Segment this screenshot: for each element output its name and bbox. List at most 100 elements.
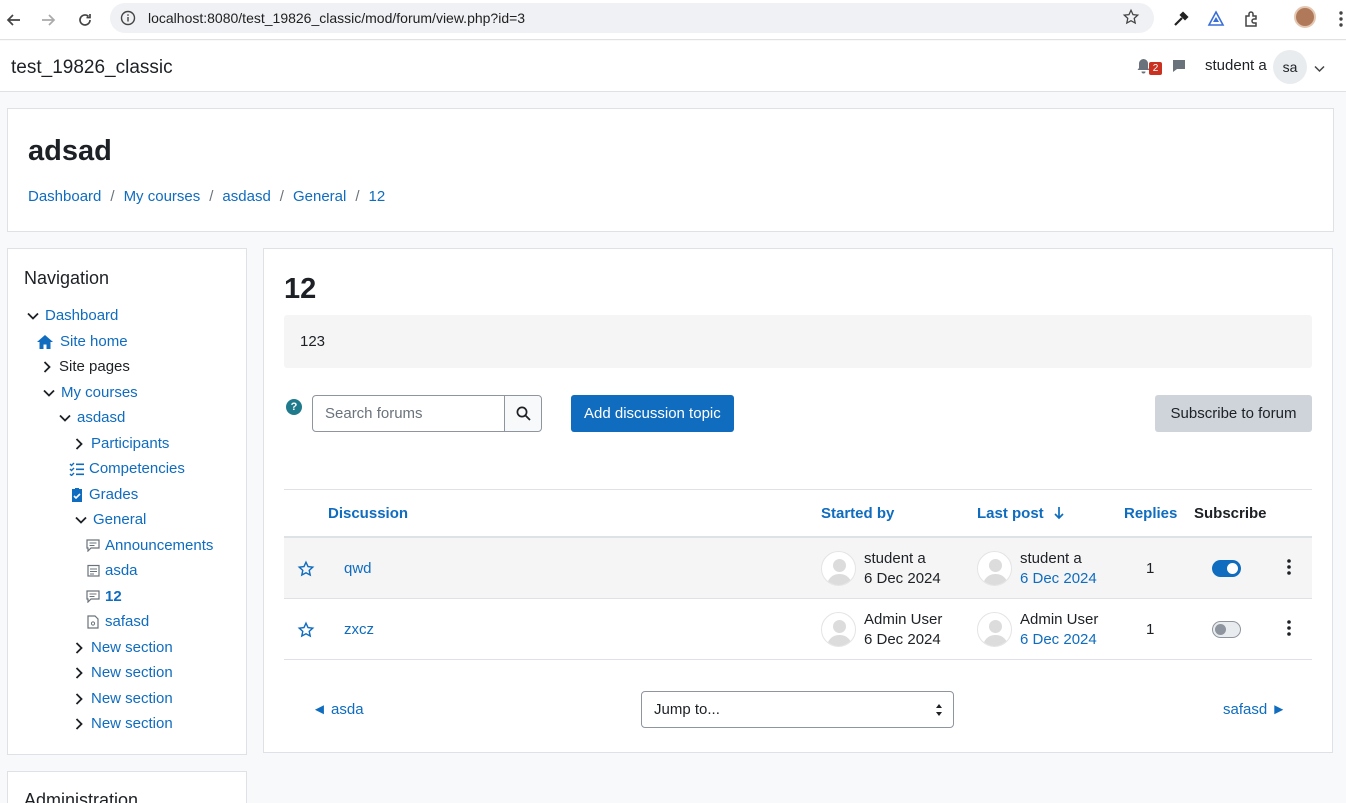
chevron-down-icon <box>56 410 74 426</box>
nav-item-new-section[interactable]: New section <box>70 664 173 681</box>
nav-item-forum-12[interactable]: 12 <box>84 588 122 605</box>
table-row: qwd student a 6 Dec 2024 student a 6 Dec… <box>284 538 1312 599</box>
breadcrumb-dashboard[interactable]: Dashboard <box>28 188 101 205</box>
add-discussion-topic-button[interactable]: Add discussion topic <box>571 395 734 432</box>
chevron-down-icon <box>40 385 58 401</box>
url-text: localhost:8080/test_19826_classic/mod/fo… <box>148 10 526 26</box>
extensions-puzzle-icon[interactable] <box>1239 6 1265 32</box>
eyedropper-extension-icon[interactable] <box>1168 6 1194 32</box>
user-menu-chevron-down-icon[interactable] <box>1314 60 1325 77</box>
nav-item-site-home[interactable]: Site home <box>36 333 128 350</box>
forum-intro: 123 <box>284 315 1312 368</box>
column-replies[interactable]: Replies <box>1124 505 1177 522</box>
last-post-date-link[interactable]: 6 Dec 2024 <box>1020 570 1097 587</box>
chevron-right-icon <box>70 665 88 681</box>
breadcrumb-course[interactable]: asdasd <box>222 188 270 205</box>
browser-profile-avatar[interactable] <box>1294 6 1316 28</box>
nav-item-asda[interactable]: asda <box>84 562 138 579</box>
next-activity-link[interactable]: safasd ► <box>1223 701 1286 718</box>
chevron-right-icon <box>70 436 88 452</box>
nav-item-new-section[interactable]: New section <box>70 639 173 656</box>
column-started-by[interactable]: Started by <box>821 505 894 522</box>
forum-icon <box>84 538 102 554</box>
breadcrumb-separator: / <box>110 188 115 205</box>
star-icon[interactable] <box>297 621 315 643</box>
navigation-block-title: Navigation <box>24 268 110 288</box>
nav-item-course-asdasd[interactable]: asdasd <box>56 409 125 426</box>
nav-item-label: New section <box>91 664 173 681</box>
jump-to-select[interactable]: Jump to... <box>641 691 954 728</box>
help-question-icon[interactable]: ? <box>286 399 302 415</box>
previous-activity-link[interactable]: ◄ asda <box>312 701 364 718</box>
table-header: Discussion Started by Last post Replies … <box>284 489 1312 538</box>
forward-icon[interactable] <box>34 6 62 34</box>
clipboard-check-icon <box>68 487 86 503</box>
column-last-post[interactable]: Last post <box>977 505 1064 522</box>
breadcrumb-my-courses[interactable]: My courses <box>124 188 201 205</box>
started-by-cell: Admin User 6 Dec 2024 <box>864 610 942 650</box>
subscribe-to-forum-button[interactable]: Subscribe to forum <box>1155 395 1312 432</box>
search-forums-input[interactable] <box>313 396 504 431</box>
nav-item-label: 12 <box>105 588 122 605</box>
nav-item-new-section[interactable]: New section <box>70 690 173 707</box>
notification-count-badge: 2 <box>1149 62 1162 75</box>
nav-item-label: safasd <box>105 613 150 630</box>
browser-menu-icon[interactable] <box>1328 6 1346 32</box>
calendar-icon <box>84 563 102 579</box>
last-post-name: Admin User <box>1020 611 1099 628</box>
more-actions-icon[interactable] <box>1286 619 1292 641</box>
discussion-link[interactable]: zxcz <box>344 621 374 638</box>
breadcrumb-forum[interactable]: 12 <box>369 188 386 205</box>
forum-intro-text: 123 <box>300 333 326 350</box>
nav-item-dashboard[interactable]: Dashboard <box>24 307 118 324</box>
forum-search <box>312 395 542 432</box>
chevron-right-icon <box>70 716 88 732</box>
address-bar[interactable]: localhost:8080/test_19826_classic/mod/fo… <box>110 3 1154 33</box>
last-post-cell: student a 6 Dec 2024 <box>1020 549 1097 589</box>
select-arrows-icon <box>936 704 942 716</box>
nav-item-label: General <box>93 511 147 528</box>
last-post-name: student a <box>1020 550 1082 567</box>
nav-item-site-pages[interactable]: Site pages <box>38 358 130 375</box>
messages-chat-icon[interactable] <box>1171 58 1187 78</box>
user-avatar[interactable]: sa <box>1273 50 1307 84</box>
subscribe-toggle[interactable] <box>1212 621 1241 638</box>
star-icon[interactable] <box>297 560 315 582</box>
user-menu-name[interactable]: student a <box>1205 57 1267 74</box>
nav-item-safasd[interactable]: safasd <box>84 613 149 630</box>
nav-item-label: New section <box>91 639 173 656</box>
main-content: 12 123 ? Add discussion topic Subscribe … <box>263 248 1333 753</box>
nav-item-label: Site pages <box>59 358 130 375</box>
table-row: zxcz Admin User 6 Dec 2024 Admin User 6 … <box>284 599 1312 660</box>
back-icon[interactable] <box>0 6 28 34</box>
nav-item-new-section[interactable]: New section <box>70 715 173 732</box>
discussion-link[interactable]: qwd <box>344 560 372 577</box>
nav-item-grades[interactable]: Grades <box>68 486 138 503</box>
avatar <box>977 551 1012 586</box>
nav-item-general[interactable]: General <box>72 511 146 528</box>
reload-icon[interactable] <box>71 6 99 34</box>
last-post-date-link[interactable]: 6 Dec 2024 <box>1020 631 1097 648</box>
search-button[interactable] <box>504 396 541 431</box>
nav-item-competencies[interactable]: Competencies <box>68 460 185 477</box>
subscribe-toggle[interactable] <box>1212 560 1241 577</box>
discussion-list: Discussion Started by Last post Replies … <box>284 489 1312 660</box>
page-title: adsad <box>28 135 112 167</box>
nav-item-participants[interactable]: Participants <box>70 435 169 452</box>
column-discussion[interactable]: Discussion <box>328 505 408 522</box>
more-actions-icon[interactable] <box>1286 558 1292 580</box>
navigation-block: Navigation Dashboard Site home Site page… <box>7 248 247 755</box>
nav-item-label: New section <box>91 690 173 707</box>
nav-item-label: New section <box>91 715 173 732</box>
page-header: adsad Dashboard / My courses / asdasd / … <box>7 108 1334 232</box>
nav-item-my-courses[interactable]: My courses <box>40 384 138 401</box>
triangle-extension-icon[interactable] <box>1203 6 1229 32</box>
bookmark-star-icon[interactable] <box>1122 8 1140 30</box>
nav-item-announcements[interactable]: Announcements <box>84 537 213 554</box>
jump-to-selected-value: Jump to... <box>654 701 720 718</box>
breadcrumb-section[interactable]: General <box>293 188 346 205</box>
started-date: 6 Dec 2024 <box>864 631 941 648</box>
chevron-right-icon <box>70 691 88 707</box>
site-name-link[interactable]: test_19826_classic <box>11 57 173 79</box>
site-info-icon[interactable] <box>120 10 136 30</box>
